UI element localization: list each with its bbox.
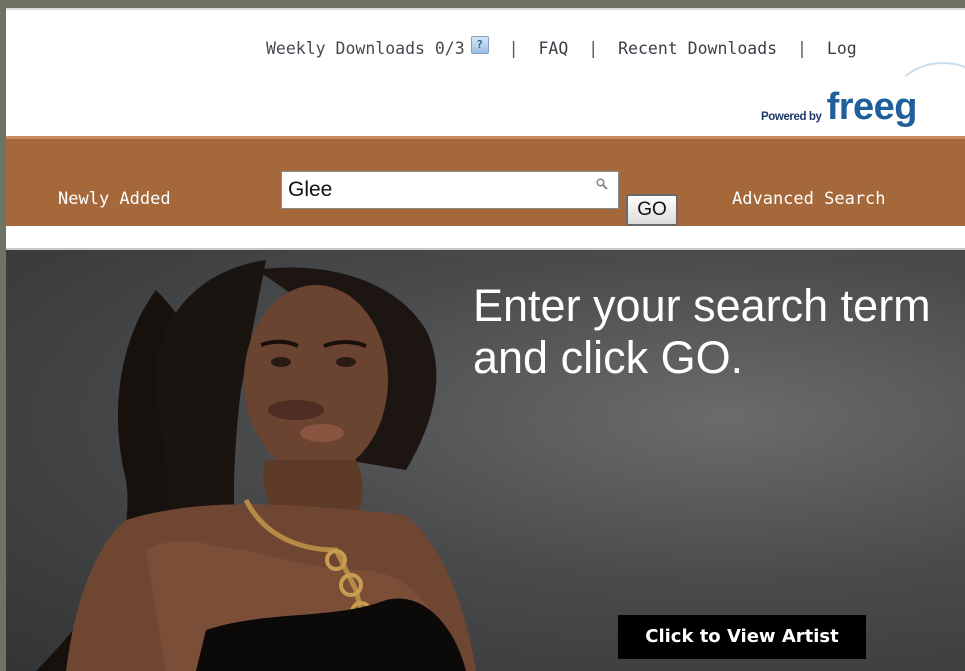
magnifier-icon bbox=[596, 178, 608, 190]
separator: | bbox=[508, 39, 519, 58]
powered-by-logo: Powered by freeg bbox=[761, 80, 917, 128]
nav-divider bbox=[6, 226, 965, 250]
recent-downloads-link[interactable]: Recent Downloads bbox=[618, 39, 777, 58]
login-link[interactable]: Log bbox=[827, 39, 857, 58]
app-frame: Weekly Downloads 0/3? | FAQ | Recent Dow… bbox=[6, 8, 965, 671]
brand-logo-text: freeg bbox=[826, 86, 918, 128]
separator: | bbox=[797, 39, 807, 58]
hero-banner: Enter your search term and click GO. Cli… bbox=[6, 250, 965, 671]
faq-link[interactable]: FAQ bbox=[539, 39, 569, 58]
search-instruction-text: Enter your search term and click GO. bbox=[473, 280, 931, 383]
separator: | bbox=[588, 39, 599, 58]
help-question-icon[interactable]: ? bbox=[470, 35, 489, 54]
newly-added-link[interactable]: Newly Added bbox=[58, 189, 171, 209]
search-box[interactable] bbox=[281, 171, 619, 209]
search-input[interactable] bbox=[282, 172, 594, 208]
page-header: Weekly Downloads 0/3? | FAQ | Recent Dow… bbox=[6, 8, 965, 138]
go-button[interactable]: GO bbox=[626, 194, 678, 226]
advanced-search-link[interactable]: Advanced Search bbox=[732, 189, 886, 209]
top-links-bar: Weekly Downloads 0/3? | FAQ | Recent Dow… bbox=[266, 35, 857, 58]
nav-bar: Newly Added GO Advanced Search bbox=[6, 136, 965, 229]
view-artist-button[interactable]: Click to View Artist bbox=[618, 615, 866, 659]
weekly-downloads-counter: Weekly Downloads 0/3 bbox=[266, 39, 465, 58]
powered-by-label: Powered by bbox=[761, 111, 822, 123]
